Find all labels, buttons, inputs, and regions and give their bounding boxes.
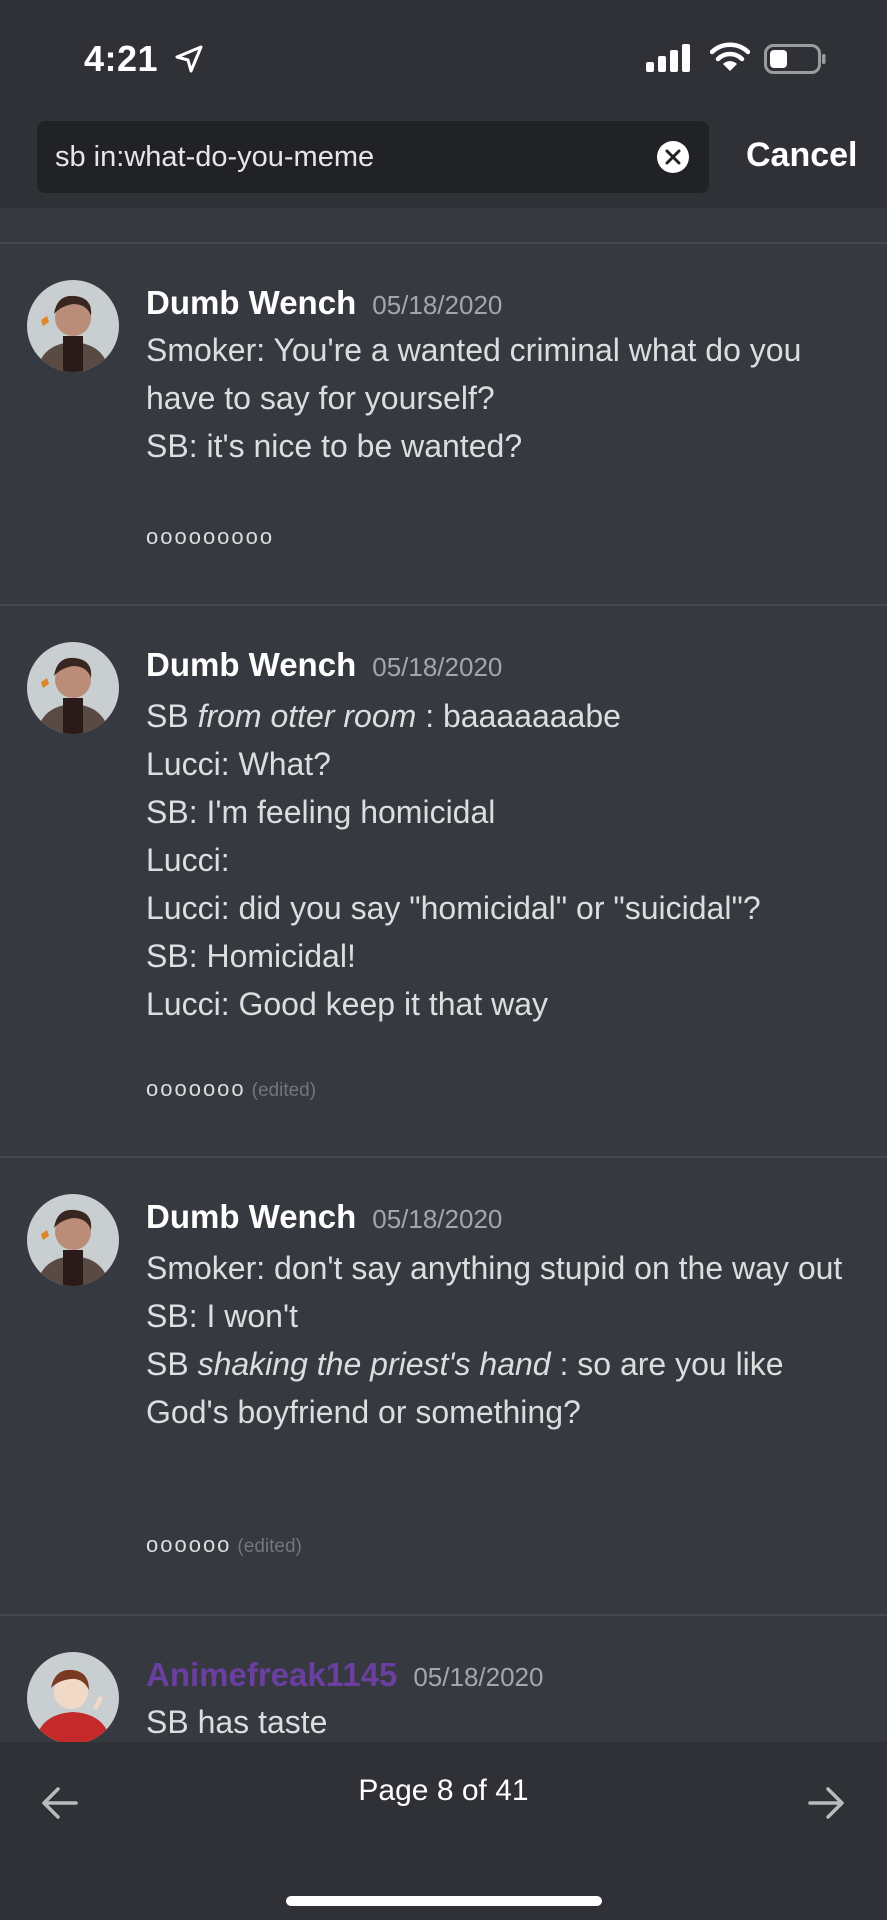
avatar[interactable] <box>27 280 119 372</box>
message-line: SB: Homicidal! <box>146 938 356 974</box>
message-date: 05/18/2020 <box>413 1662 544 1692</box>
message-author[interactable]: Dumb Wench 05/18/2020 <box>146 284 502 322</box>
status-bar: 4:21 <box>0 0 887 118</box>
message-line: SB has taste <box>146 1704 328 1740</box>
message-dots: oooooo (edited) <box>146 1532 302 1558</box>
edited-label: (edited) <box>237 1536 302 1557</box>
message-author[interactable]: Dumb Wench 05/18/2020 <box>146 646 502 684</box>
line-prefix: SB <box>146 1346 198 1382</box>
message-content: Smoker: don't say anything stupid on the… <box>146 1244 866 1436</box>
message-line: Smoker: You're a wanted criminal what do… <box>146 332 802 416</box>
pagination-footer: Page 8 of 41 <box>0 1742 887 1920</box>
message-line: Lucci: Good keep it that way <box>146 986 548 1022</box>
message-line: SB: it's nice to be wanted? <box>146 428 523 464</box>
message-line: Lucci: What? <box>146 746 331 782</box>
home-indicator[interactable] <box>286 1896 602 1906</box>
message-line: Lucci: did you say "homicidal" or "suici… <box>146 890 761 926</box>
message-author[interactable]: Dumb Wench 05/18/2020 <box>146 1198 502 1236</box>
avatar[interactable] <box>27 1194 119 1286</box>
author-name[interactable]: Animefreak1145 <box>146 1656 397 1693</box>
message-line: SB: I'm feeling homicidal <box>146 794 496 830</box>
message-line: Lucci: <box>146 842 230 878</box>
line-suffix: : baaaaaaabe <box>416 698 621 734</box>
message-content: SB has taste <box>146 1698 866 1742</box>
line-italic: from otter room <box>197 698 417 734</box>
search-result-message[interactable]: Dumb Wench 05/18/2020 Smoker: don't say a… <box>0 1158 887 1616</box>
message-date: 05/18/2020 <box>372 1204 503 1234</box>
message-date: 05/18/2020 <box>372 652 503 682</box>
battery-icon <box>764 44 826 74</box>
search-input[interactable]: sb in:what-do-you-meme <box>37 121 709 193</box>
avatar[interactable] <box>27 1652 119 1742</box>
message-line: SB shaking the priest's hand : so are yo… <box>146 1340 866 1436</box>
message-date: 05/18/2020 <box>372 290 503 320</box>
page-indicator: Page 8 of 41 <box>358 1774 529 1807</box>
result-divider <box>0 208 887 244</box>
wifi-icon <box>710 42 750 71</box>
cancel-button[interactable]: Cancel <box>746 136 858 175</box>
cellular-signal-icon <box>646 44 690 72</box>
dots-text: oooooo <box>146 1532 232 1557</box>
search-result-message[interactable]: Dumb Wench 05/18/2020 SB from otter room … <box>0 606 887 1158</box>
clear-search-icon[interactable] <box>657 141 689 173</box>
message-dots: ooooooooo <box>146 524 274 550</box>
message-content: Smoker: You're a wanted criminal what do… <box>146 326 866 470</box>
search-header: sb in:what-do-you-meme Cancel <box>0 118 887 210</box>
message-dots: ooooooo (edited) <box>146 1076 316 1102</box>
line-italic: shaking the priest's hand <box>197 1346 551 1382</box>
message-line: SB: I won't <box>146 1298 298 1334</box>
search-result-message[interactable]: Animefreak1145 05/18/2020 SB has taste <box>0 1616 887 1742</box>
location-arrow-icon <box>175 45 203 73</box>
search-query[interactable]: sb in:what-do-you-meme <box>55 141 374 174</box>
message-line: Smoker: don't say anything stupid on the… <box>146 1250 843 1286</box>
author-name[interactable]: Dumb Wench <box>146 1198 356 1235</box>
line-prefix: SB <box>146 698 198 734</box>
message-author[interactable]: Animefreak1145 05/18/2020 <box>146 1656 543 1694</box>
author-name[interactable]: Dumb Wench <box>146 646 356 683</box>
next-page-arrow-icon[interactable] <box>806 1782 848 1824</box>
avatar[interactable] <box>27 642 119 734</box>
message-content: SB from otter room : baaaaaaabe Lucci: W… <box>146 692 866 1028</box>
search-result-message[interactable]: Dumb Wench 05/18/2020 Smoker: You're a wa… <box>0 244 887 606</box>
edited-label: (edited) <box>251 1080 317 1101</box>
status-time: 4:21 <box>84 38 159 79</box>
message-line: SB from otter room : baaaaaaabe <box>146 692 866 740</box>
dots-text: ooooooo <box>146 1076 246 1101</box>
dots-text: ooooooooo <box>146 524 275 549</box>
author-name[interactable]: Dumb Wench <box>146 284 356 321</box>
